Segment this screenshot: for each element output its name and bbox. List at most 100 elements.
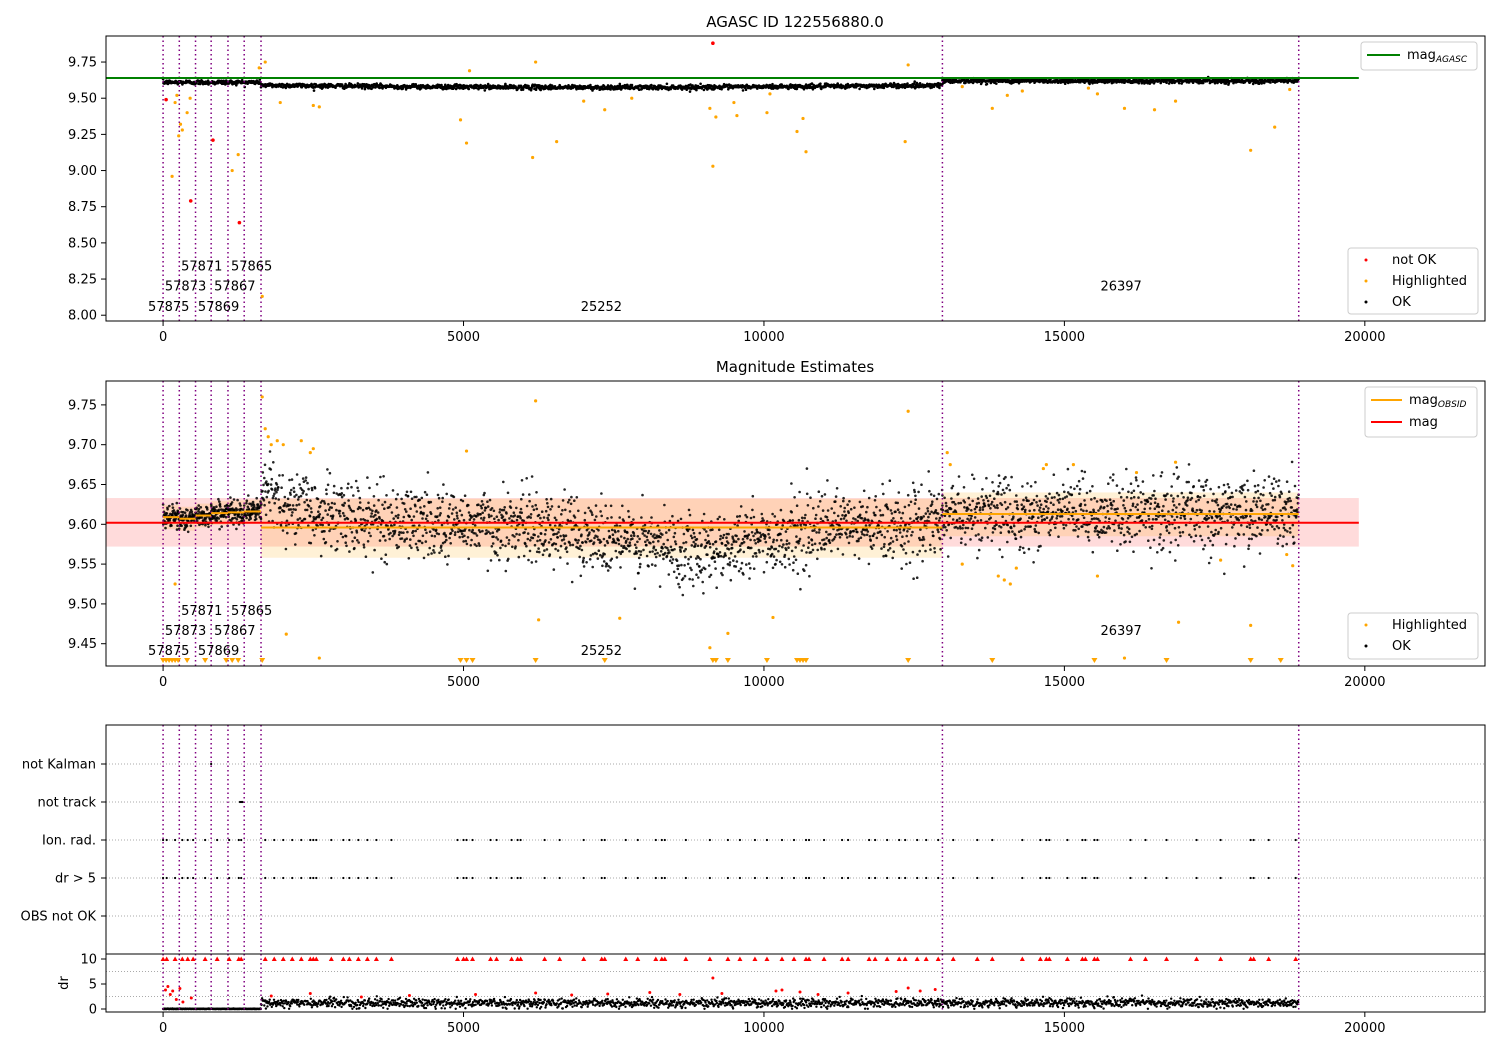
ok-point xyxy=(742,540,746,544)
ok-point xyxy=(847,511,850,515)
ok-point xyxy=(303,517,307,521)
ok-point xyxy=(379,531,383,534)
ok-point xyxy=(270,477,274,481)
ok-point xyxy=(274,497,278,500)
ok-point xyxy=(770,552,774,556)
ok-point xyxy=(559,534,562,538)
ok-point xyxy=(369,515,373,518)
ok-point xyxy=(298,517,302,520)
ok-point xyxy=(650,516,653,519)
ok-point xyxy=(647,565,650,568)
ok-point xyxy=(543,549,546,552)
ok-point xyxy=(328,529,331,533)
ok-point xyxy=(290,488,293,492)
ok-point xyxy=(779,532,782,536)
ok-point xyxy=(617,539,620,542)
ok-point xyxy=(610,516,613,519)
ok-point xyxy=(754,552,758,555)
highlighted-point xyxy=(801,116,805,121)
ok-point xyxy=(290,514,294,517)
ok-point xyxy=(292,490,296,494)
ok-point xyxy=(592,541,596,544)
ok-point xyxy=(834,519,837,522)
ok-point xyxy=(870,547,874,550)
ok-point xyxy=(737,537,740,541)
ok-point xyxy=(830,507,833,510)
ok-point xyxy=(792,555,796,558)
ok-point xyxy=(630,534,633,537)
highlighted-point xyxy=(768,92,772,96)
ok-point xyxy=(235,527,238,531)
ok-point xyxy=(830,549,833,553)
ok-point xyxy=(775,539,779,542)
ok-point xyxy=(432,544,436,548)
ok-point xyxy=(269,483,273,486)
ok-point xyxy=(727,548,731,551)
ok-point xyxy=(563,542,567,545)
highlighted-point xyxy=(630,96,634,100)
ok-point xyxy=(324,541,328,544)
ok-point xyxy=(573,499,576,503)
ok-point xyxy=(547,518,550,522)
ok-point xyxy=(549,508,552,511)
ok-point xyxy=(582,565,586,568)
ok-point xyxy=(600,514,603,518)
ok-point xyxy=(506,491,510,495)
highlighted-point xyxy=(467,69,472,73)
ok-point xyxy=(467,511,471,514)
ok-point xyxy=(400,537,404,540)
ok-point xyxy=(385,494,388,497)
ok-point xyxy=(408,544,412,547)
ok-point xyxy=(290,478,294,481)
ok-point xyxy=(807,546,810,549)
ok-point xyxy=(579,574,583,578)
ok-point xyxy=(372,504,376,507)
ok-point xyxy=(687,508,691,512)
ok-point xyxy=(659,535,662,539)
ok-point xyxy=(503,506,507,509)
ok-point xyxy=(531,505,534,508)
ok-point xyxy=(666,546,669,550)
ok-point xyxy=(825,530,828,534)
highlighted-point xyxy=(180,128,184,132)
ok-point xyxy=(532,508,536,512)
ok-point xyxy=(783,565,787,569)
ok-point xyxy=(603,544,607,547)
highlighted-point xyxy=(1122,106,1127,110)
ok-point xyxy=(444,555,447,558)
agasc-legend-main: mag xyxy=(1407,48,1436,63)
ok-point xyxy=(277,498,281,501)
ok-point xyxy=(273,501,277,505)
figure: AGASC ID 122556880.0 57871 5786557873 5786… xyxy=(0,0,1500,1050)
ok-point xyxy=(807,541,811,544)
ok-point xyxy=(415,510,419,513)
ok-point xyxy=(632,534,636,537)
ok-point xyxy=(873,87,876,91)
ok-point xyxy=(440,523,444,527)
ok-point xyxy=(376,511,380,514)
ok-point xyxy=(502,508,506,512)
ok-point xyxy=(544,509,548,513)
ok-point xyxy=(410,518,414,522)
ok-point xyxy=(454,506,458,510)
ok-point xyxy=(463,494,467,498)
ok-point xyxy=(729,578,733,582)
ok-point xyxy=(564,534,568,537)
ok-point xyxy=(592,529,596,533)
ok-point xyxy=(312,89,316,92)
highlighted-point xyxy=(1273,125,1277,129)
ok-point xyxy=(502,480,505,484)
highlighted-point xyxy=(960,85,964,89)
ok-point xyxy=(427,553,430,556)
ok-point xyxy=(514,545,517,548)
ok-point xyxy=(882,545,886,549)
y-tick-label: 8.50 xyxy=(68,236,97,251)
ok-point xyxy=(628,544,632,547)
ok-point xyxy=(715,547,718,551)
ok-point xyxy=(653,533,656,536)
ok-point xyxy=(423,490,427,494)
ok-point xyxy=(719,537,722,541)
ok-point xyxy=(645,554,649,558)
ok-point xyxy=(730,543,734,546)
ok-point xyxy=(667,573,671,576)
